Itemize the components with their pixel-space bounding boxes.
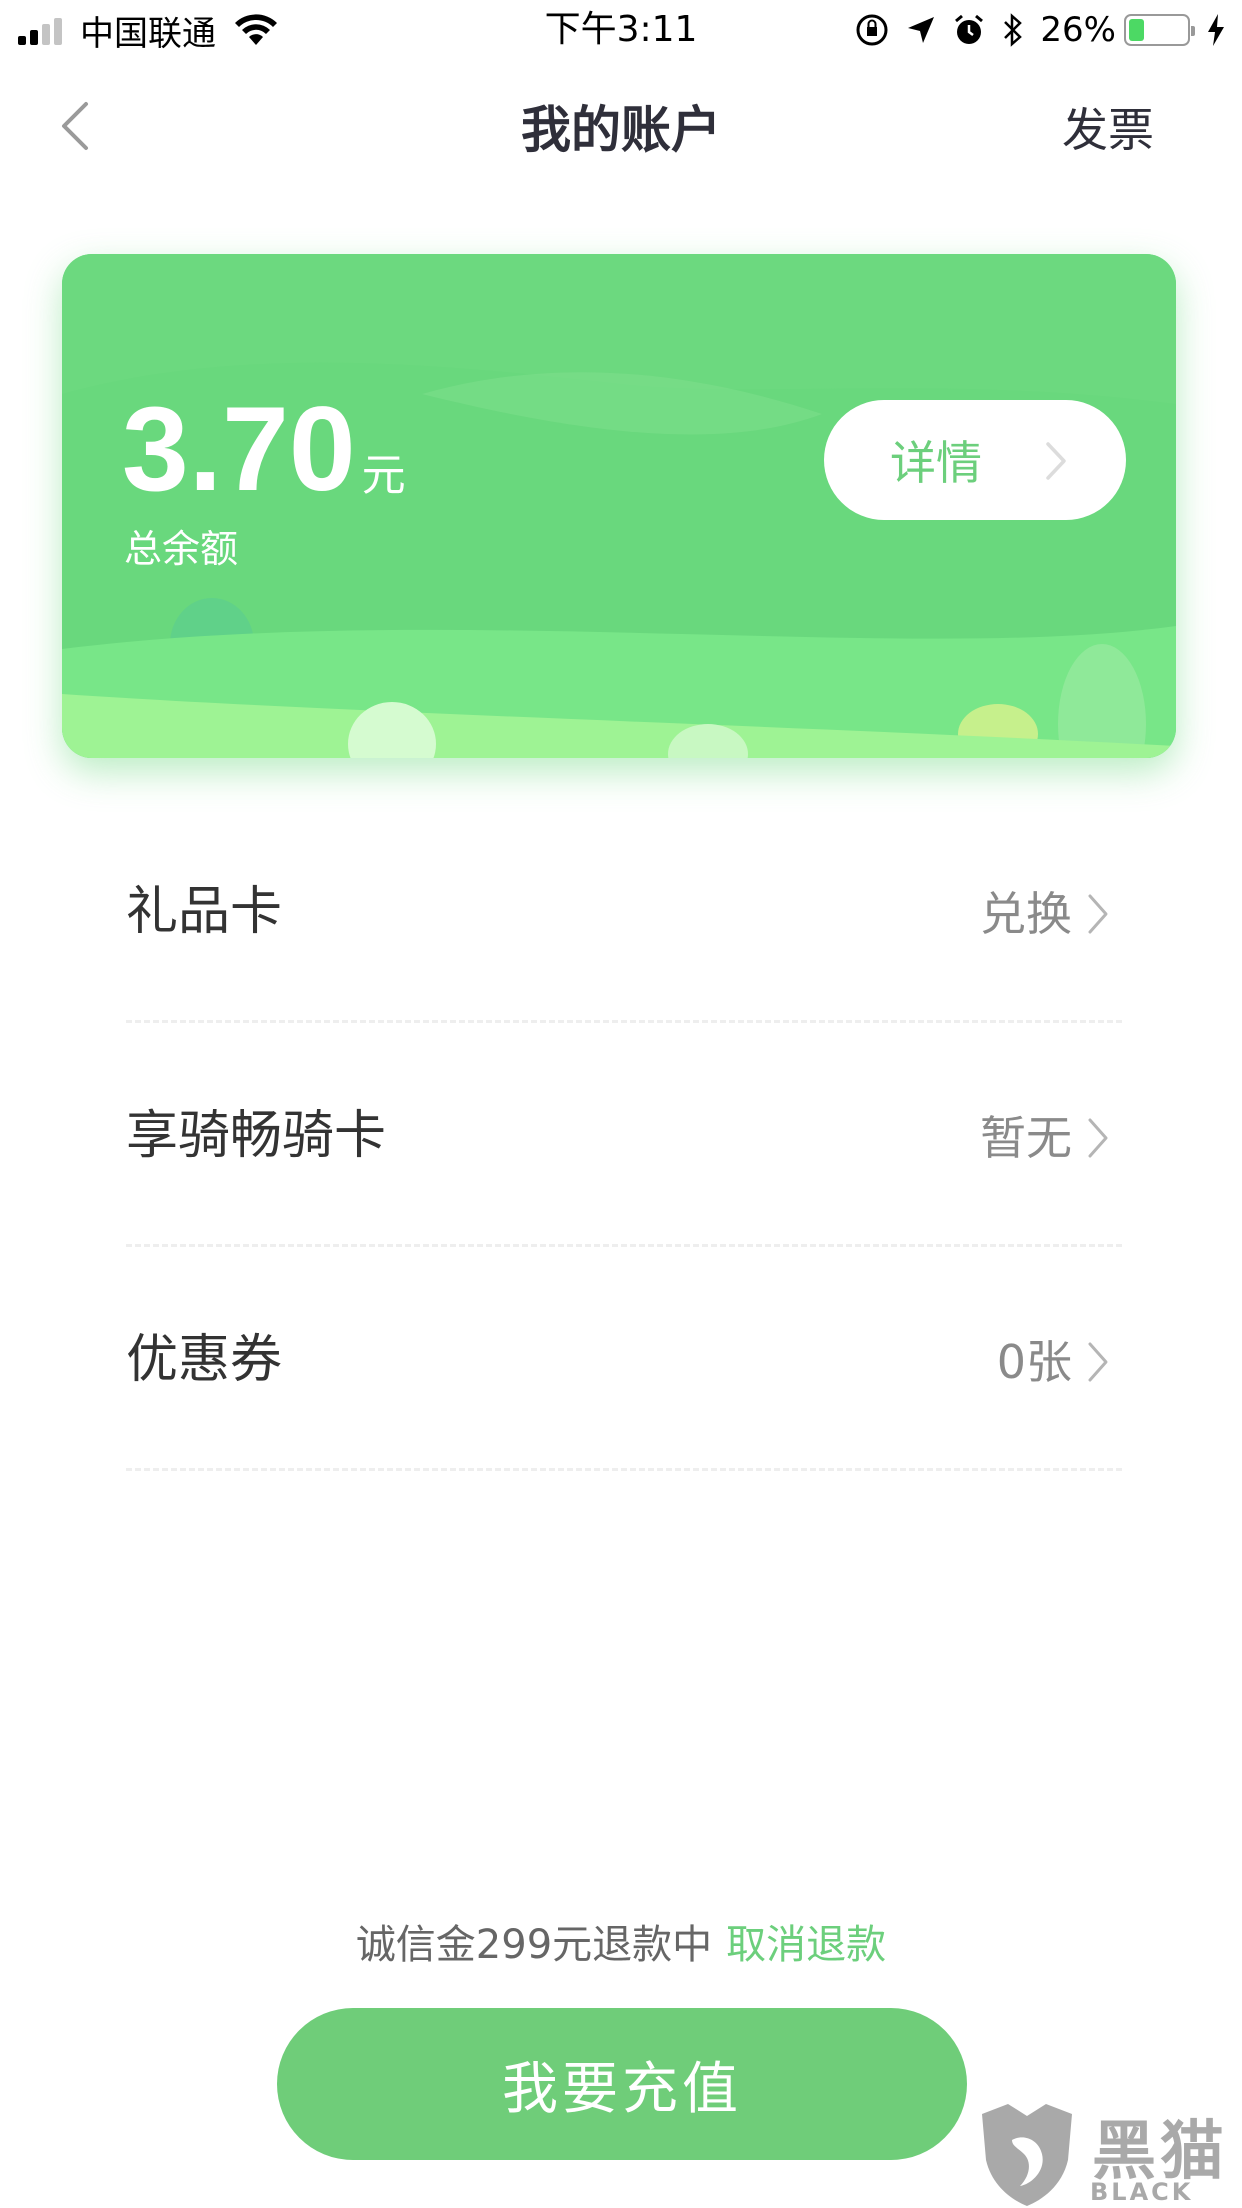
balance-amount: 3.70 <box>122 382 356 516</box>
details-label: 详情 <box>890 436 982 490</box>
list-item-gift-card[interactable]: 礼品卡 兑换 <box>126 840 1122 1064</box>
watermark-subtext: BLACK CAT <box>1090 2178 1194 2208</box>
divider <box>126 1244 1122 1247</box>
chevron-right-icon <box>1088 1342 1108 1382</box>
orientation-lock-icon <box>854 12 890 48</box>
nav-bar: 我的账户 发票 <box>0 60 1242 190</box>
list-item-label: 优惠券 <box>126 1330 283 1390</box>
details-button[interactable]: 详情 <box>824 400 1126 520</box>
invoice-button[interactable]: 发票 <box>1062 100 1154 160</box>
balance-value: 3.70 元 <box>122 384 406 514</box>
battery-level <box>1129 19 1144 41</box>
chevron-right-icon <box>1046 442 1066 480</box>
battery-percent: 26% <box>1040 10 1116 50</box>
cat-shield-icon <box>982 2104 1072 2206</box>
deposit-status: 诚信金299元退款中 取消退款 <box>0 1920 1242 1970</box>
battery-icon <box>1124 14 1195 46</box>
cancel-refund-link[interactable]: 取消退款 <box>726 1922 886 1968</box>
bluetooth-icon <box>1002 12 1024 48</box>
chevron-right-icon <box>1088 894 1108 934</box>
list-item-value: 兑换 <box>980 887 1072 941</box>
divider <box>126 1468 1122 1471</box>
list-item-ride-card[interactable]: 享骑畅骑卡 暂无 <box>126 1064 1122 1288</box>
balance-unit: 元 <box>361 450 406 501</box>
list-item-value: 暂无 <box>980 1111 1072 1165</box>
balance-label: 总余额 <box>124 527 239 571</box>
deposit-text: 诚信金299元退款中 <box>355 1922 713 1968</box>
list-item-label: 享骑畅骑卡 <box>126 1106 387 1166</box>
balance-card: 3.70 元 总余额 详情 <box>62 254 1176 758</box>
watermark-logo: 黑猫 BLACK CAT <box>972 2100 1242 2208</box>
account-list: 礼品卡 兑换 享骑畅骑卡 暂无 优惠券 0张 <box>126 840 1122 1512</box>
list-item-coupons[interactable]: 优惠券 0张 <box>126 1288 1122 1512</box>
page-title: 我的账户 <box>521 101 721 159</box>
alarm-icon <box>952 13 986 47</box>
charging-icon <box>1206 13 1226 47</box>
recharge-button[interactable]: 我要充值 <box>277 2008 967 2160</box>
location-icon <box>906 15 936 45</box>
status-bar: 中国联通 下午3:11 26% <box>0 0 1242 60</box>
chevron-right-icon <box>1088 1118 1108 1158</box>
divider <box>126 1020 1122 1023</box>
list-item-value: 0张 <box>996 1335 1072 1389</box>
list-item-label: 礼品卡 <box>126 882 283 942</box>
status-right: 26% <box>838 8 1226 52</box>
